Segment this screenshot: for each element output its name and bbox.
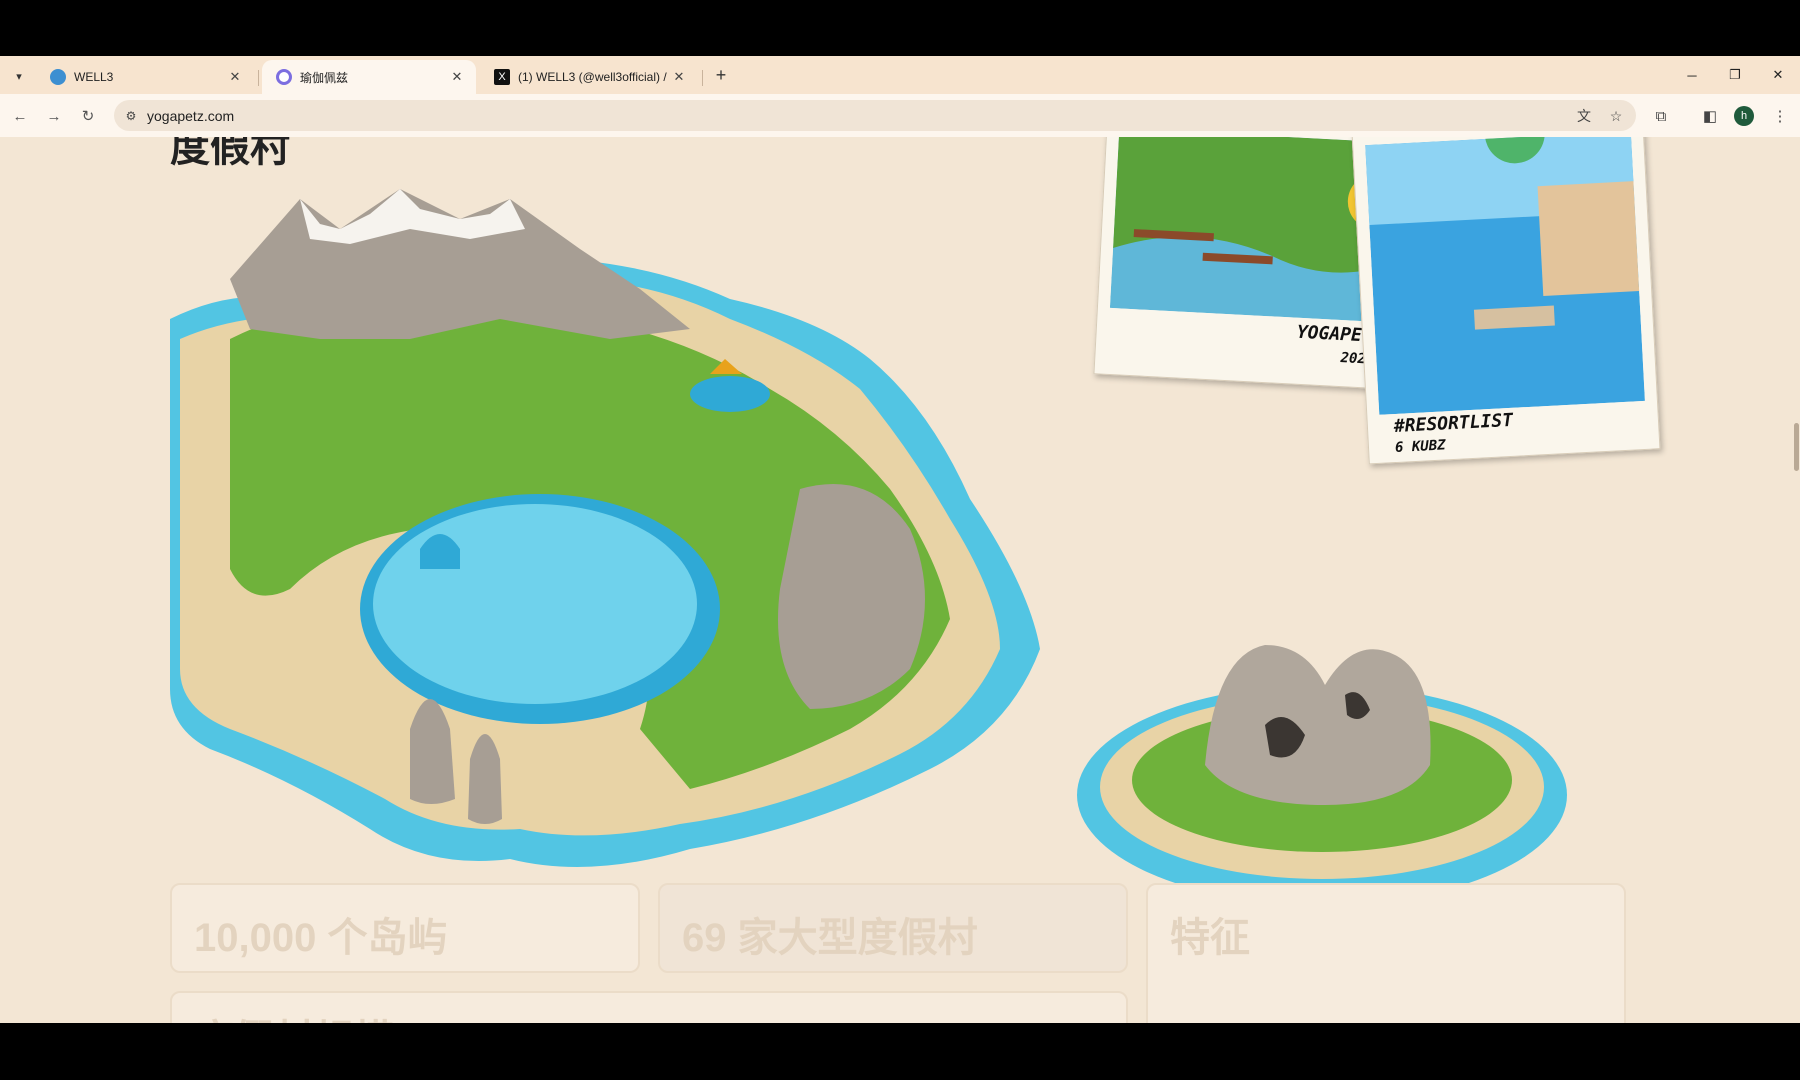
small-island-illustration	[1077, 645, 1567, 905]
tab-divider	[258, 70, 259, 86]
plus-icon: +	[715, 64, 727, 85]
polaroid-resortlist: #RESORTLIST 6 KUBZ	[1351, 137, 1661, 465]
arrow-left-icon: ←	[12, 107, 28, 125]
stat-card-islands: 10,000 个岛屿	[170, 883, 640, 973]
well3-icon	[50, 69, 66, 85]
stat-label: 度假村规模	[194, 1007, 394, 1023]
tab-divider	[702, 70, 703, 86]
arrow-right-icon: →	[46, 107, 62, 125]
tab-title: WELL3	[74, 70, 114, 84]
forward-button[interactable]: →	[42, 104, 66, 128]
close-icon: ✕	[1772, 67, 1784, 82]
tab-search-button[interactable]: ▾	[8, 65, 30, 87]
restore-icon: ❐	[1729, 67, 1741, 82]
stat-label: 10,000 个岛屿	[194, 916, 448, 960]
toolbar: ← → ↻ ⚙ yogapetz.com 文 ☆ ⧉ ◧ h ⋮	[0, 94, 1800, 137]
translate-icon[interactable]: 文	[1574, 106, 1594, 126]
stat-label: 特征	[1170, 916, 1250, 960]
scrollbar-thumb[interactable]	[1794, 423, 1799, 471]
stat-card-resorts: 69 家大型度假村	[658, 883, 1128, 973]
tab-x[interactable]: X (1) WELL3 (@well3official) / X ✕	[480, 60, 698, 94]
stat-card-features: 特征	[1146, 883, 1626, 1023]
tab-strip: ▾ WELL3 ✕ 瑜伽佩兹 ✕ X (1) WELL3 (@well3offi…	[0, 56, 1800, 94]
tab-title: (1) WELL3 (@well3official) / X	[518, 70, 670, 84]
close-icon[interactable]: ✕	[448, 68, 466, 86]
section-heading: 度假村	[170, 137, 290, 170]
side-panel-icon[interactable]: ◧	[1698, 104, 1722, 128]
stat-card-resort-scale: 度假村规模	[170, 991, 1128, 1023]
tab-title: 瑜伽佩兹	[300, 70, 349, 85]
url-text: yogapetz.com	[147, 108, 235, 124]
polaroid-image	[1365, 137, 1645, 415]
stat-label: 69 家大型度假村	[682, 916, 978, 960]
extensions-icon[interactable]: ⧉	[1649, 104, 1673, 128]
restore-button[interactable]: ❐	[1720, 64, 1750, 86]
close-window-button[interactable]: ✕	[1763, 64, 1793, 86]
tab-well3[interactable]: WELL3 ✕	[36, 60, 254, 94]
avatar[interactable]: h	[1734, 106, 1754, 126]
letterbox-bottom	[0, 1023, 1800, 1080]
letterbox-top	[0, 0, 1800, 56]
address-bar[interactable]: ⚙ yogapetz.com 文 ☆	[114, 100, 1636, 131]
minimize-icon: ─	[1687, 67, 1697, 83]
x-icon: X	[494, 69, 510, 85]
site-info-icon[interactable]: ⚙	[122, 107, 140, 125]
minimize-button[interactable]: ─	[1677, 64, 1707, 86]
page-viewport: 度假村 YOGAPETZ 2022 #RESORTLIST 6 KUBZ 10,…	[0, 137, 1800, 1023]
new-tab-button[interactable]: +	[710, 64, 732, 86]
star-icon[interactable]: ☆	[1606, 106, 1626, 126]
close-icon[interactable]: ✕	[670, 68, 688, 86]
close-icon[interactable]: ✕	[226, 68, 244, 86]
reload-button[interactable]: ↻	[76, 104, 100, 128]
main-island-illustration	[170, 189, 1040, 867]
yogapetz-icon	[276, 69, 292, 85]
polaroid-subcaption: 6 KUBZ	[1394, 437, 1446, 457]
chevron-down-icon: ▾	[16, 70, 22, 83]
back-button[interactable]: ←	[8, 104, 32, 128]
tab-yogapetz[interactable]: 瑜伽佩兹 ✕	[262, 60, 476, 94]
reload-icon: ↻	[81, 108, 95, 125]
polaroid-caption: #RESORTLIST	[1393, 409, 1514, 438]
kebab-menu-icon[interactable]: ⋮	[1768, 104, 1792, 128]
browser-chrome: ▾ WELL3 ✕ 瑜伽佩兹 ✕ X (1) WELL3 (@well3offi…	[0, 56, 1800, 137]
